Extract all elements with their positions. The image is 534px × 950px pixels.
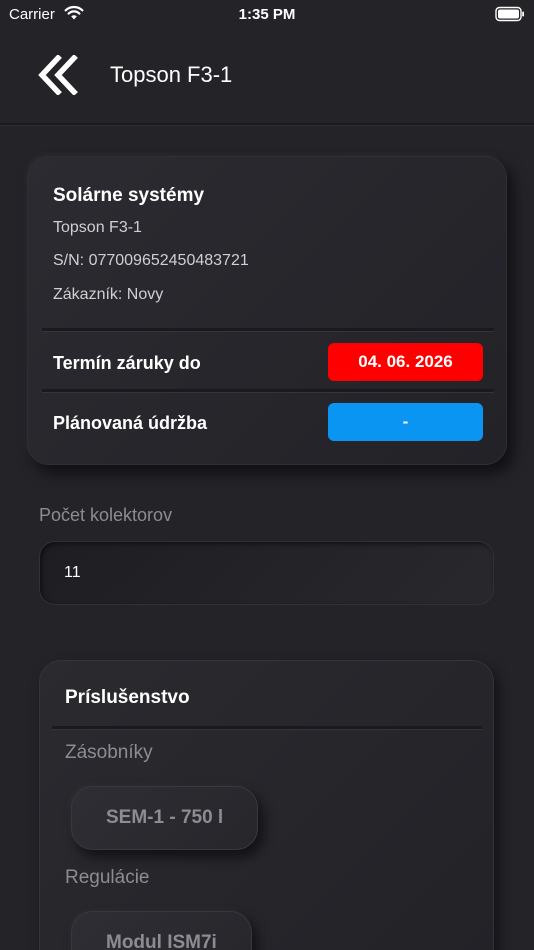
accessories-card: Príslušenstvo Zásobníky SEM-1 - 750 l Re… [39,660,494,950]
card-divider [42,328,494,332]
status-bar: Carrier 1:35 PM [0,0,534,30]
customer-name: Zákazník: Novy [53,286,164,303]
status-time: 1:35 PM [238,6,296,23]
warranty-date-badge: 04. 06. 2026 [328,343,483,381]
card-divider [42,389,494,393]
tank-chip[interactable]: SEM-1 - 750 l [71,786,259,850]
tanks-section-label: Zásobníky [65,742,153,763]
regulation-section-label: Regulácie [65,867,150,888]
nav-bar: Topson F3-1 [0,30,534,124]
serial-number: S/N: 077009652450483721 [53,252,249,269]
warranty-label: Termín záruky do [53,353,201,373]
page-title: Topson F3-1 [110,62,233,87]
double-chevron-left-icon [38,54,78,96]
system-model: Topson F3-1 [53,219,142,236]
battery-icon [495,6,525,27]
nav-divider [0,123,534,126]
accessories-title: Príslušenstvo [65,687,190,708]
maintenance-label: Plánovaná údržba [53,413,208,433]
maintenance-button[interactable]: - [328,403,483,441]
screen: Carrier 1:35 PM Topson F3-1 Solárne syst… [0,0,534,950]
collector-count-label: Počet kolektorov [39,505,173,525]
accessories-divider [52,726,482,730]
system-info-card: Solárne systémy Topson F3-1 S/N: 0770096… [27,156,507,465]
collector-count-input[interactable] [39,541,494,605]
system-type-title: Solárne systémy [53,185,205,206]
back-button[interactable] [38,54,80,96]
regulation-chip[interactable]: Modul ISM7i [71,911,252,950]
